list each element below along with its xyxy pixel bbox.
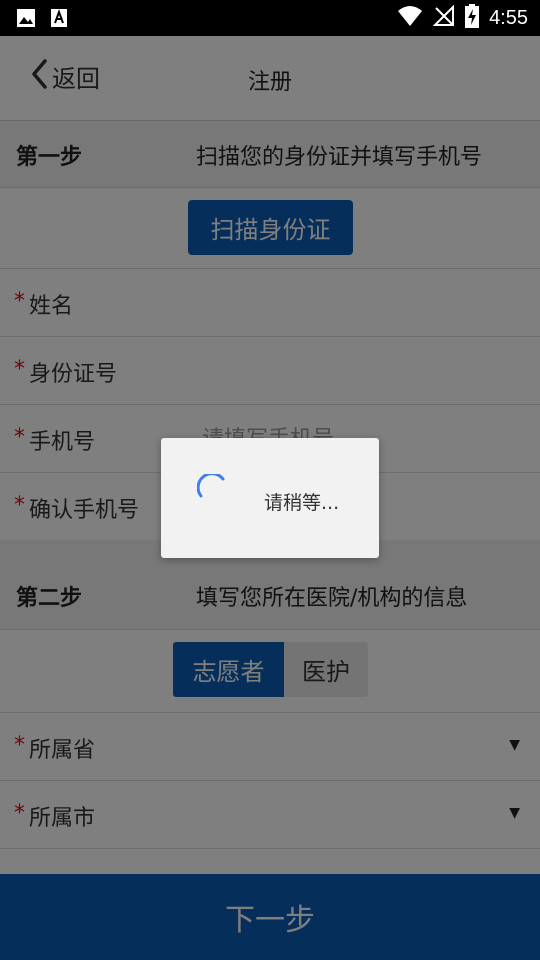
status-time: 4:55	[489, 7, 528, 29]
no-signal-icon	[432, 4, 455, 31]
status-right-icons: 4:55	[397, 4, 528, 32]
loading-dialog: 请稍等...	[161, 438, 379, 558]
image-icon	[16, 8, 36, 32]
loading-spinner-icon	[196, 472, 227, 508]
status-left-icons	[16, 8, 68, 32]
battery-charging-icon	[465, 4, 480, 32]
font-icon	[50, 8, 68, 32]
loading-message: 请稍等...	[264, 492, 340, 514]
status-bar: 4:55	[0, 0, 540, 36]
wifi-icon	[397, 5, 423, 31]
